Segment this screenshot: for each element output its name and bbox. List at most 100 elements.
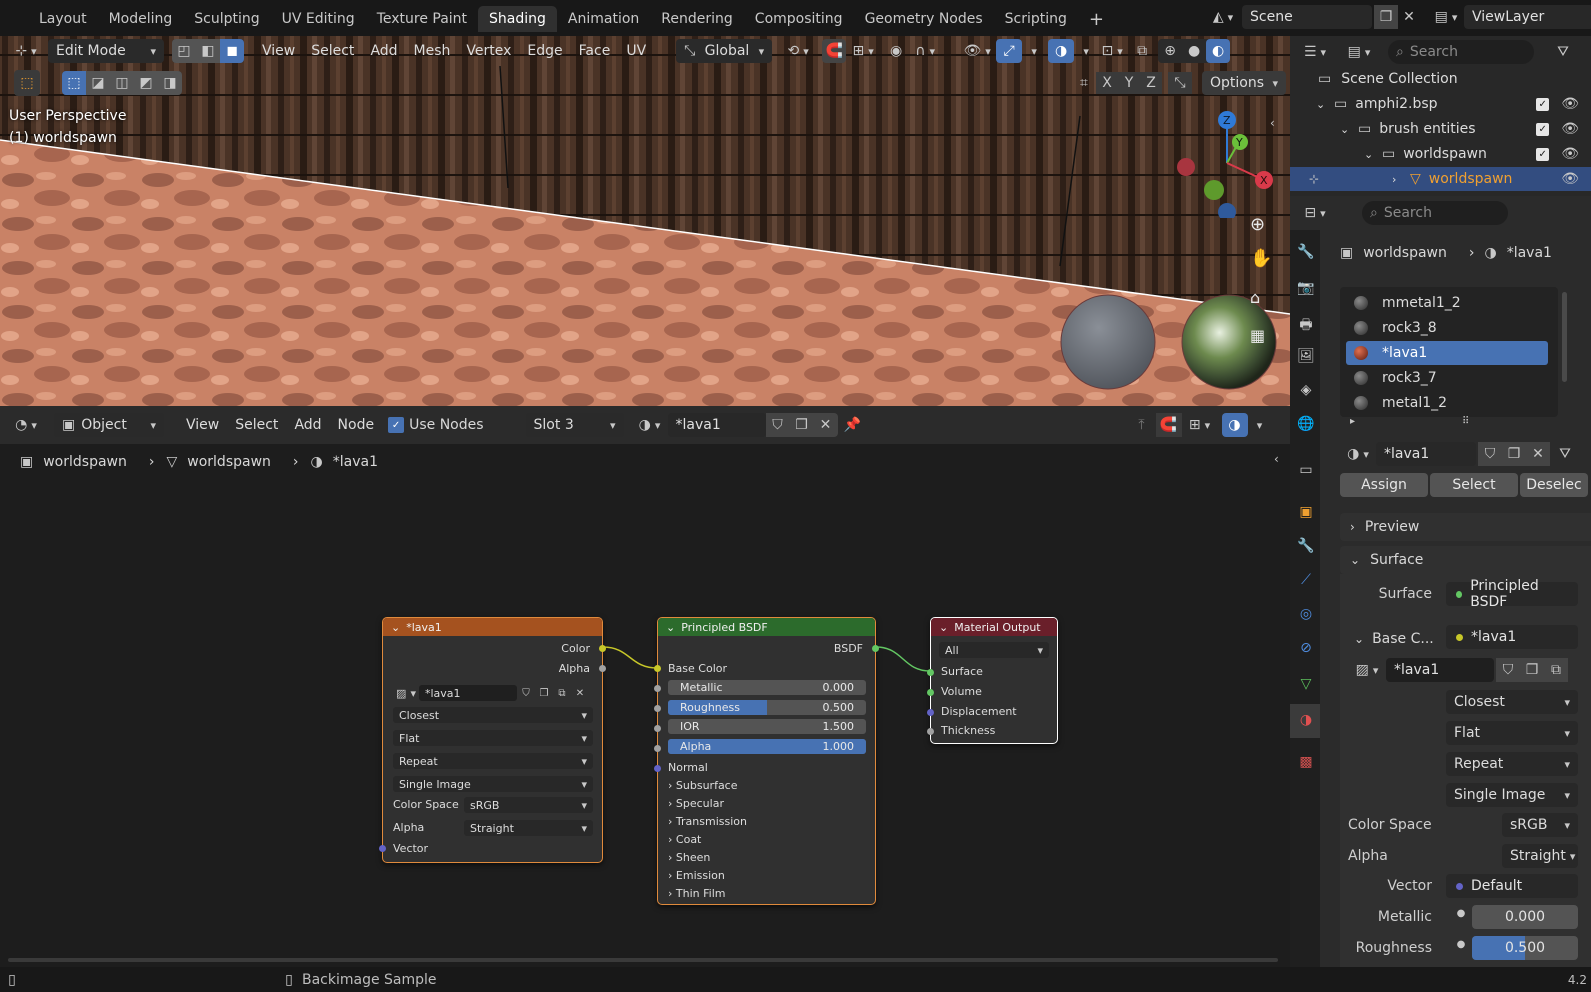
properties-type-icon[interactable]: ⊟ xyxy=(1294,205,1336,221)
surface-panel-header[interactable]: ⌄ Surface xyxy=(1340,546,1591,574)
ior-field[interactable]: IOR 1.500 xyxy=(668,719,866,734)
proportional-edit-icon[interactable]: ◉ xyxy=(884,43,908,59)
prop-image-open-icon[interactable]: ⧉ xyxy=(1544,658,1568,682)
particles-tab-icon[interactable]: ⟋ xyxy=(1296,572,1316,588)
tab-compositing[interactable]: Compositing xyxy=(744,6,854,32)
world-tab-icon[interactable]: 🌐 xyxy=(1296,416,1316,432)
data-tab-icon[interactable]: ▽ xyxy=(1296,676,1316,692)
metallic-socket-icon[interactable]: ● xyxy=(1452,908,1470,919)
deselect-button[interactable]: Deselec xyxy=(1520,473,1588,497)
color-output-socket[interactable] xyxy=(599,645,606,652)
constraints-tab-icon[interactable]: ⊘ xyxy=(1296,640,1316,656)
tree-row-brush-entities[interactable]: ⌄ ▭ brush entities ✓ 👁 xyxy=(1290,117,1591,141)
overlay-menu-icon[interactable] xyxy=(1074,45,1094,58)
prop-fake-user-icon[interactable]: ⛉ xyxy=(1478,442,1502,466)
navigation-gizmo[interactable]: Z Y X xyxy=(1172,108,1282,218)
solid-shading-icon[interactable]: ● xyxy=(1182,39,1206,63)
parent-node-tree-icon[interactable]: ⤒ xyxy=(1130,417,1154,433)
edge-select-icon[interactable]: ◧ xyxy=(196,39,220,63)
material-slot-mmetal1-2[interactable]: mmetal1_2 xyxy=(1346,291,1548,315)
viewlayer-name-field[interactable]: ViewLayer xyxy=(1464,5,1591,29)
material-output-node[interactable]: ⌄ Material Output All Surface Volume Dis… xyxy=(927,617,1058,744)
output-collapse-icon[interactable]: ⌄ xyxy=(939,621,948,634)
options-dropdown[interactable]: Options xyxy=(1202,71,1286,95)
prop-roughness-slider[interactable]: 0.500 xyxy=(1472,936,1578,960)
panel-sheen[interactable]: › Sheen xyxy=(668,851,710,864)
prop-color-space-dropdown[interactable]: sRGB xyxy=(1502,813,1578,837)
new-scene-icon[interactable]: ❐ xyxy=(1374,5,1398,29)
amphi2-expand-icon[interactable]: ⌄ xyxy=(1316,98,1330,111)
menu-add[interactable]: Add xyxy=(362,43,405,59)
image-fake-user-icon[interactable]: ⛉ xyxy=(517,688,535,699)
image-name-field[interactable]: *lava1 xyxy=(419,685,517,701)
render-tab-icon[interactable]: 📷 xyxy=(1296,280,1316,296)
prop-image-browse-icon[interactable]: ▨ xyxy=(1348,662,1386,678)
camera-icon[interactable]: ⌂ xyxy=(1250,288,1260,307)
prop-extension-dropdown[interactable]: Repeat xyxy=(1446,752,1578,776)
ne-menu-node[interactable]: Node xyxy=(330,417,383,433)
normal-socket[interactable] xyxy=(654,765,661,772)
add-workspace-button[interactable]: + xyxy=(1078,6,1115,32)
prop-projection-dropdown[interactable]: Flat xyxy=(1446,721,1578,745)
image-open-icon[interactable]: ⧉ xyxy=(553,688,571,699)
projection-dropdown[interactable]: Flat xyxy=(393,730,593,746)
tree-row-worldspawn-object[interactable]: ⊹ › ▽ worldspawn 👁 xyxy=(1290,167,1591,191)
viewlayer-icon[interactable]: ▤ xyxy=(1428,9,1464,25)
invert-selection-icon[interactable]: ◩ xyxy=(134,71,158,95)
panel-emission[interactable]: › Emission xyxy=(668,869,725,882)
alpha-mode-dropdown[interactable]: Straight xyxy=(464,820,593,836)
brush-entities-exclude-checkbox[interactable]: ✓ xyxy=(1536,122,1550,136)
tab-layout[interactable]: Layout xyxy=(28,6,98,32)
snap-icon[interactable]: 🧲 xyxy=(822,39,847,63)
texture-tab-icon[interactable]: ▩ xyxy=(1296,754,1316,770)
prop-metallic-field[interactable]: 0.000 xyxy=(1472,905,1578,929)
editor-type-icon[interactable]: ⊹ xyxy=(4,43,48,59)
view-layer-tab-icon[interactable]: 🖼 xyxy=(1296,348,1316,364)
prop-unlink-icon[interactable]: ✕ xyxy=(1526,442,1550,466)
tool-tab-icon[interactable]: 🔧 xyxy=(1296,244,1316,260)
output-tab-icon[interactable]: 🖶 xyxy=(1296,314,1316,338)
alpha-output-socket[interactable] xyxy=(599,665,606,672)
alpha-slider[interactable]: Alpha 1.000 xyxy=(668,739,866,754)
edit-mode-indicator-icon[interactable]: ⊹ xyxy=(1302,172,1326,186)
mirror-icon[interactable]: ⌗ xyxy=(1072,75,1096,91)
material-browse-icon[interactable]: ◑ xyxy=(632,417,668,433)
principled-bsdf-node[interactable]: ⌄ Principled BSDF BSDF Base Color Metall… xyxy=(654,617,879,905)
tab-animation[interactable]: Animation xyxy=(557,6,650,32)
base-color-socket[interactable] xyxy=(654,665,661,672)
axis-y-toggle[interactable]: Y xyxy=(1118,72,1140,94)
tree-row-scene-collection[interactable]: ▭ Scene Collection xyxy=(1290,67,1591,91)
tab-rendering[interactable]: Rendering xyxy=(650,6,744,32)
prop-interpolation-dropdown[interactable]: Closest xyxy=(1446,690,1578,714)
xray-icon[interactable]: ⧉ xyxy=(1130,43,1154,59)
use-nodes-toggle[interactable]: ✓ Use Nodes xyxy=(388,417,484,433)
subtract-selection-icon[interactable]: ◫ xyxy=(110,71,134,95)
slot-list-resize-icon[interactable]: ⠿ xyxy=(1462,416,1469,427)
pivot-point-icon[interactable]: ⟲ xyxy=(778,43,818,59)
image-duplicate-icon[interactable]: ❐ xyxy=(535,688,553,699)
scene-tab-icon[interactable]: ◈ xyxy=(1296,382,1316,398)
amphi2-exclude-checkbox[interactable]: ✓ xyxy=(1536,97,1550,111)
properties-search-field[interactable]: ⌕ Search xyxy=(1362,201,1508,225)
outliner-filter-icon[interactable]: ⛛ xyxy=(1550,44,1576,60)
shader-type-dropdown[interactable]: ▣ Object xyxy=(54,413,164,437)
link-mode-icon[interactable]: ⛛ xyxy=(1554,446,1576,462)
select-box-tool-icon[interactable]: ⬚ xyxy=(14,70,40,96)
material-slot-lava1[interactable]: *lava1 xyxy=(1346,341,1548,365)
metallic-field[interactable]: Metallic 0.000 xyxy=(668,680,866,695)
base-color-field[interactable]: *lava1 xyxy=(1446,625,1578,649)
volume-input-socket[interactable] xyxy=(927,689,934,696)
transform-orientation-dropdown[interactable]: ⤡ Global xyxy=(676,39,773,63)
ne-menu-add[interactable]: Add xyxy=(286,417,329,433)
prop-vector-field[interactable]: Default xyxy=(1446,874,1578,898)
prop-alpha-mode-dropdown[interactable]: Straight xyxy=(1502,844,1578,868)
face-select-icon[interactable]: ◼ xyxy=(220,39,244,63)
panel-specular[interactable]: › Specular xyxy=(668,797,724,810)
physics-tab-icon[interactable]: ◎ xyxy=(1296,606,1316,622)
node-editor-canvas[interactable]: ▣ worldspawn › ▽ worldspawn › ◑ *lava1 ⌄… xyxy=(0,444,1290,967)
tree-row-amphi2[interactable]: ⌄ ▭ amphi2.bsp ✓ 👁 xyxy=(1290,92,1591,116)
interpolation-dropdown[interactable]: Closest xyxy=(393,707,593,723)
prop-material-name-field[interactable]: *lava1 xyxy=(1376,442,1476,466)
worldspawn-object-expand-icon[interactable]: › xyxy=(1392,173,1406,186)
use-nodes-checkbox-icon[interactable]: ✓ xyxy=(388,417,405,433)
